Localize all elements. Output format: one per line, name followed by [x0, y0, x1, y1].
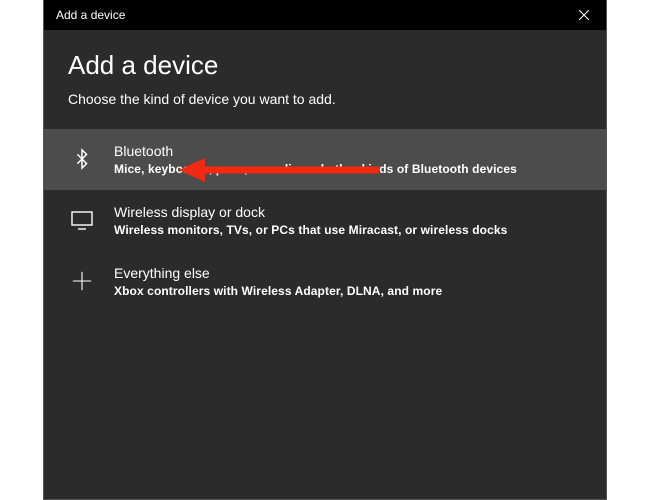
option-title: Wireless display or dock	[114, 204, 582, 220]
device-options-list: Bluetooth Mice, keyboards, pens, or audi…	[44, 125, 606, 312]
option-bluetooth[interactable]: Bluetooth Mice, keyboards, pens, or audi…	[44, 129, 606, 190]
option-everything-else[interactable]: Everything else Xbox controllers with Wi…	[44, 251, 606, 312]
option-title: Everything else	[114, 265, 582, 281]
close-icon	[579, 10, 589, 20]
page-title: Add a device	[44, 50, 606, 91]
option-text: Bluetooth Mice, keyboards, pens, or audi…	[114, 143, 582, 176]
monitor-icon	[68, 206, 96, 234]
window-title: Add a device	[56, 8, 125, 22]
dialog-content: Add a device Choose the kind of device y…	[44, 30, 606, 312]
plus-icon	[68, 267, 96, 295]
option-text: Wireless display or dock Wireless monito…	[114, 204, 582, 237]
close-button[interactable]	[561, 0, 606, 30]
option-desc: Xbox controllers with Wireless Adapter, …	[114, 284, 582, 298]
bluetooth-icon	[68, 145, 96, 173]
option-title: Bluetooth	[114, 143, 582, 159]
titlebar: Add a device	[44, 0, 606, 30]
option-wireless-display[interactable]: Wireless display or dock Wireless monito…	[44, 190, 606, 251]
option-text: Everything else Xbox controllers with Wi…	[114, 265, 582, 298]
option-desc: Mice, keyboards, pens, or audio and othe…	[114, 162, 582, 176]
add-device-dialog: Add a device Add a device Choose the kin…	[43, 0, 607, 500]
page-subtitle: Choose the kind of device you want to ad…	[44, 91, 606, 125]
option-desc: Wireless monitors, TVs, or PCs that use …	[114, 223, 582, 237]
